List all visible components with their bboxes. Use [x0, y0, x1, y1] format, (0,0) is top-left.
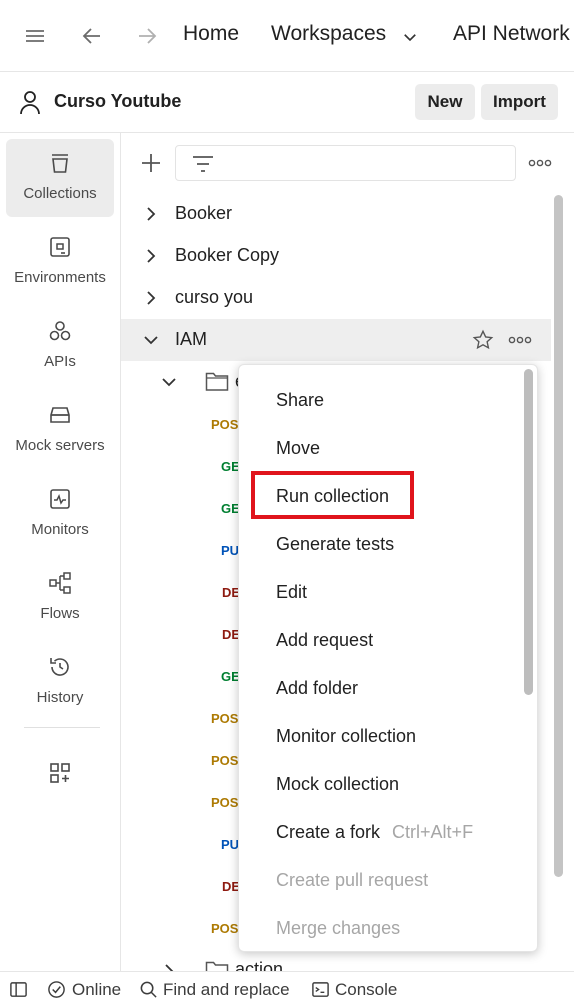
- back-arrow-icon[interactable]: [80, 24, 104, 48]
- keyboard-shortcut: Ctrl+Alt+F: [392, 822, 474, 842]
- forward-arrow-icon[interactable]: [135, 24, 159, 48]
- folder-icon: [205, 372, 229, 391]
- folder-name[interactable]: action: [235, 959, 283, 971]
- menu-icon[interactable]: [23, 24, 47, 48]
- nav-api-network[interactable]: API Network: [453, 22, 570, 46]
- sidebar-item-label: Mock servers: [15, 437, 105, 454]
- sidebar-item-collections[interactable]: Collections: [6, 139, 114, 217]
- menu-item-mock-collection[interactable]: Mock collection: [276, 774, 399, 795]
- chevron-right-icon[interactable]: [161, 963, 177, 971]
- sidebar-item-label: APIs: [44, 353, 76, 370]
- request-method-badge[interactable]: POS: [211, 417, 238, 432]
- find-and-replace-button[interactable]: Find and replace: [163, 980, 290, 1000]
- chevron-right-icon[interactable]: [143, 290, 159, 306]
- collection-name: Booker: [175, 203, 233, 223]
- sidebar-item-label: Environments: [14, 269, 106, 286]
- chevron-right-icon[interactable]: [143, 248, 159, 264]
- online-check-icon: [48, 981, 65, 998]
- request-method-badge[interactable]: GE: [221, 459, 240, 474]
- sidebar-divider: [24, 727, 100, 728]
- star-icon[interactable]: [472, 329, 494, 351]
- collections-icon: [52, 154, 68, 173]
- collection-row-booker[interactable]: Booker: [121, 193, 551, 235]
- request-method-badge[interactable]: PU: [221, 543, 239, 558]
- collection-name: Booker Copy: [175, 245, 280, 265]
- menu-item-share[interactable]: Share: [276, 390, 324, 411]
- collection-row-iam[interactable]: IAM: [121, 319, 551, 361]
- nav-workspaces[interactable]: Workspaces: [271, 22, 386, 46]
- collection-context-menu: Share Move Run collection Generate tests…: [238, 364, 538, 952]
- request-method-badge[interactable]: POS: [211, 711, 238, 726]
- collection-name: IAM: [175, 329, 208, 349]
- more-options-icon[interactable]: [528, 158, 552, 168]
- workspace-header: Curso Youtube New Import: [0, 72, 574, 133]
- environments-icon: [50, 237, 70, 257]
- menu-item-add-request[interactable]: Add request: [276, 630, 373, 651]
- collection-name: curso you: [175, 287, 254, 307]
- request-method-badge[interactable]: POS: [211, 921, 238, 936]
- sidebar: Collections Environments APIs Mock serve…: [0, 133, 121, 971]
- folder-icon: [205, 961, 229, 971]
- mock-servers-icon: [50, 407, 70, 423]
- sidebar-item-label: Monitors: [31, 521, 89, 538]
- filter-icon: [193, 156, 213, 172]
- status-bar: Online Find and replace Console: [0, 971, 574, 1005]
- filter-search-input[interactable]: [175, 145, 516, 181]
- chevron-right-icon[interactable]: [143, 206, 159, 222]
- chevron-down-icon[interactable]: [161, 374, 177, 390]
- status-online[interactable]: Online: [72, 980, 121, 1000]
- sidebar-item-apis[interactable]: APIs: [6, 307, 114, 385]
- sidebar-item-label: History: [36, 689, 84, 706]
- sidebar-item-label: Collections: [23, 185, 97, 202]
- sidebar-item-mock-servers[interactable]: Mock servers: [6, 391, 114, 469]
- menu-item-move[interactable]: Move: [276, 438, 320, 459]
- sidebar-item-flows[interactable]: Flows: [6, 559, 114, 637]
- console-button[interactable]: Console: [335, 980, 397, 1000]
- collection-row-booker-copy[interactable]: Booker Copy: [121, 235, 551, 277]
- plus-icon[interactable]: [139, 151, 163, 175]
- sidebar-item-monitors[interactable]: Monitors: [6, 475, 114, 553]
- request-method-badge[interactable]: PU: [221, 837, 239, 852]
- menu-item-create-pull-request: Create pull request: [276, 870, 429, 890]
- collection-row-curso-you[interactable]: curso you: [121, 277, 551, 319]
- user-icon: [20, 91, 40, 115]
- toggle-sidebar-icon[interactable]: [9, 980, 28, 999]
- menu-item-merge-changes: Merge changes: [276, 918, 401, 938]
- sidebar-item-label: Flows: [40, 605, 80, 622]
- sidebar-item-environments[interactable]: Environments: [6, 223, 114, 301]
- menu-item-label: Create a fork: [276, 822, 381, 842]
- collection-more-icon[interactable]: [508, 335, 532, 345]
- menu-item-add-folder[interactable]: Add folder: [276, 678, 358, 699]
- menu-item-create-fork[interactable]: Create a fork Ctrl+Alt+F: [276, 822, 473, 843]
- request-method-badge[interactable]: POS: [211, 753, 238, 768]
- import-button[interactable]: Import: [481, 84, 558, 120]
- console-icon: [312, 982, 329, 997]
- new-button[interactable]: New: [415, 84, 475, 120]
- nav-home[interactable]: Home: [183, 22, 239, 46]
- menu-item-monitor-collection[interactable]: Monitor collection: [276, 726, 416, 747]
- request-method-badge[interactable]: GE: [221, 669, 240, 684]
- menu-scrollbar[interactable]: [524, 369, 533, 695]
- request-method-badge[interactable]: POS: [211, 795, 238, 810]
- chevron-down-icon[interactable]: [143, 332, 159, 348]
- workspace-name[interactable]: Curso Youtube: [54, 91, 181, 112]
- highlight-box: [251, 471, 414, 519]
- menu-item-edit[interactable]: Edit: [276, 582, 307, 603]
- sidebar-item-history[interactable]: History: [6, 643, 114, 721]
- apis-icon: [49, 321, 71, 341]
- history-icon: [50, 658, 69, 676]
- flows-icon: [49, 572, 71, 594]
- panel-scrollbar[interactable]: [554, 195, 563, 877]
- request-method-badge[interactable]: GE: [221, 501, 240, 516]
- monitors-icon: [50, 489, 70, 509]
- top-nav-bar: Home Workspaces API Network: [0, 0, 574, 72]
- menu-item-generate-tests[interactable]: Generate tests: [276, 534, 394, 555]
- configure-sidebar-icon[interactable]: [48, 761, 72, 785]
- search-icon: [140, 981, 157, 998]
- chevron-down-icon[interactable]: [401, 28, 419, 46]
